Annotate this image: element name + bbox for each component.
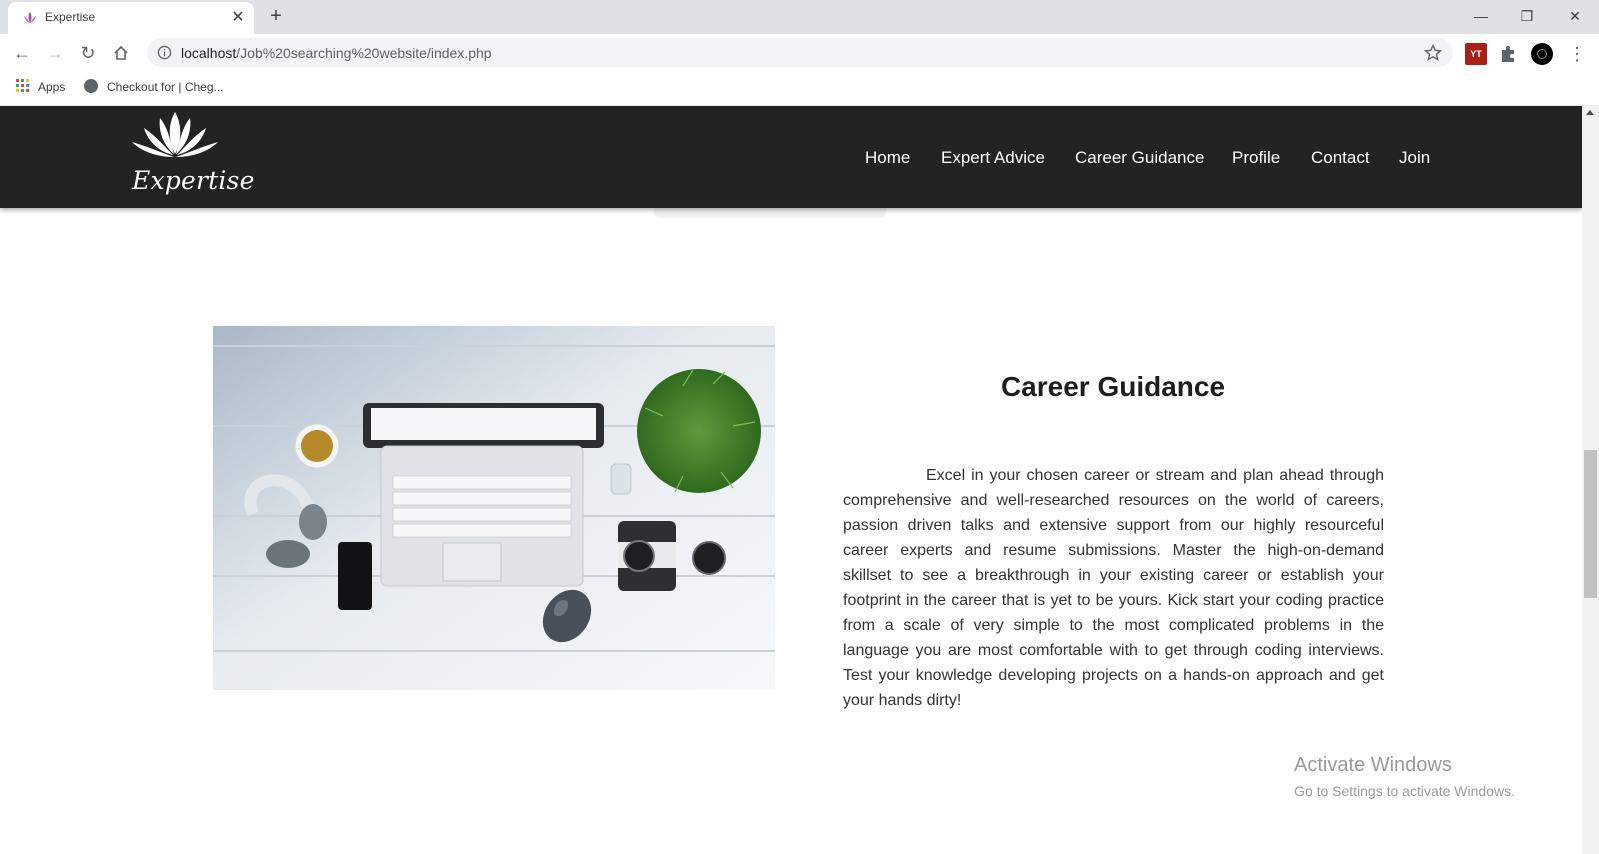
page-viewport: Expertise Home Expert Advice Career Guid… [0,106,1582,854]
bookmark-star-icon[interactable] [1423,43,1443,63]
tab-strip: Expertise ✕ + — ❐ ✕ [0,0,1599,34]
url-text: localhost/Job%20searching%20website/inde… [181,45,492,61]
lotus-logo-icon [132,112,218,157]
back-arrow-icon[interactable]: ← [10,41,34,65]
bookmark-cheg[interactable]: Checkout for | Cheg... [84,79,224,94]
url-host: localhost [181,45,237,61]
url-path: /Job%20searching%20website/index.php [236,45,492,61]
close-window-icon[interactable]: ✕ [1552,0,1598,32]
lotus-favicon-icon [24,12,36,23]
apps-grid-icon [16,79,30,93]
bookmark-apps[interactable]: Apps [16,79,65,94]
section-body: Excel in your chosen career or stream an… [843,467,1384,709]
nav-home-link[interactable]: Home [865,148,910,168]
profile-avatar-icon[interactable] [1531,43,1553,65]
forward-arrow-icon[interactable]: → [43,41,67,65]
nav-expert-advice-link[interactable]: Expert Advice [941,148,1045,168]
section-title: Career Guidance [1000,371,1226,402]
site-navbar: Expertise Home Expert Advice Career Guid… [0,106,1582,208]
globe-icon [84,79,98,93]
partial-element-edge [654,208,886,218]
watermark-subtitle: Go to Settings to activate Windows. [1294,783,1515,799]
browser-tab[interactable]: Expertise ✕ [8,2,254,34]
address-bar[interactable]: localhost/Job%20searching%20website/inde… [147,38,1453,67]
tab-title: Expertise [45,10,96,24]
home-icon[interactable] [109,41,133,65]
nav-career-guidance-link[interactable]: Career Guidance [1075,148,1204,168]
browser-toolbar: ← → ↻ localhost/Job%20searching%20websit… [0,34,1599,71]
scroll-up-arrow-icon[interactable] [1586,110,1594,115]
site-logo[interactable]: Expertise [130,110,254,206]
nav-join-link[interactable]: Join [1399,148,1430,168]
nav-contact-link[interactable]: Contact [1311,148,1370,168]
new-tab-icon[interactable]: + [266,6,286,26]
watermark-title: Activate Windows [1294,754,1452,776]
page-scrollbar[interactable] [1582,106,1599,854]
bookmarks-bar: Apps Checkout for | Cheg... [0,71,1599,106]
bookmark-label: Checkout for | Cheg... [107,80,224,94]
logo-text: Expertise [132,166,255,195]
puzzle-icon[interactable] [1498,43,1520,65]
nav-profile-link[interactable]: Profile [1232,148,1280,168]
reload-icon[interactable]: ↻ [76,41,100,65]
scrollbar-thumb[interactable] [1584,450,1597,598]
youtube-extension-icon[interactable]: YT [1465,43,1487,65]
browser-menu-icon[interactable]: ⋮ [1568,43,1586,65]
desk-laptop-image [213,326,775,690]
site-info-icon[interactable] [157,45,172,60]
close-tab-icon[interactable]: ✕ [228,8,248,28]
bookmark-label: Apps [38,80,66,94]
restore-window-icon[interactable]: ❐ [1504,0,1550,32]
activate-windows-watermark: Activate Windows Go to Settings to activ… [1294,754,1515,799]
minimize-window-icon[interactable]: — [1458,0,1504,32]
